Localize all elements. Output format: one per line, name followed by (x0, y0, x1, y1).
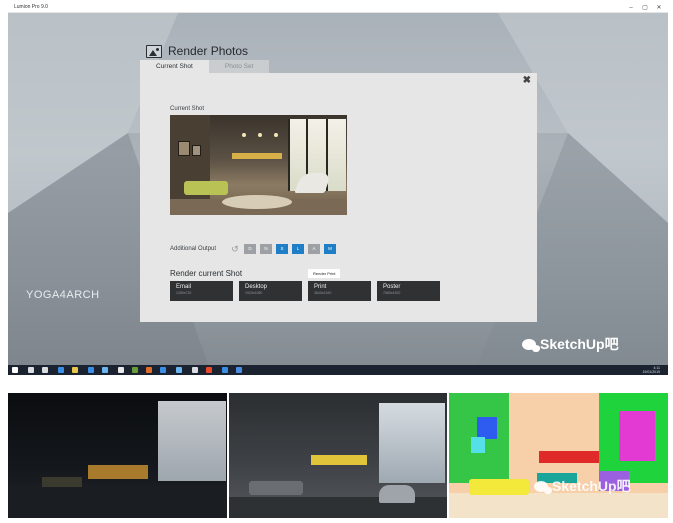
button-label: Desktop (245, 284, 268, 290)
taskbar-app-icon[interactable] (72, 367, 78, 373)
render-print-button[interactable]: Print 3840x2160 (308, 281, 371, 301)
material-floor (449, 493, 668, 518)
taskbar-app-icon[interactable] (118, 367, 124, 373)
dialog-title: Render Photos (168, 44, 249, 58)
preview-lamp (274, 133, 278, 137)
material-picture (477, 417, 497, 439)
photo-icon (146, 44, 162, 58)
render-chair (379, 485, 415, 503)
button-label: Email (176, 284, 192, 290)
render-output-dark (8, 393, 227, 518)
render-window (379, 403, 445, 483)
current-shot-preview[interactable] (170, 115, 347, 215)
maximize-button[interactable]: ▢ (638, 3, 652, 13)
button-resolution: 3840x2160 (314, 291, 332, 295)
preview-lamp (242, 133, 246, 137)
taskbar-clock[interactable]: 4:11 19/01/2019 (642, 366, 660, 374)
taskbar-app-icon[interactable] (12, 367, 18, 373)
button-resolution: 1920x1080 (245, 291, 263, 295)
wechat-watermark: SketchUp吧 (534, 476, 631, 496)
preview-counter (232, 153, 282, 159)
button-resolution: 7680x4320 (383, 291, 401, 295)
output-a-button[interactable]: A (308, 244, 321, 254)
render-print-tooltip: Render Print (308, 269, 341, 278)
output-s-button[interactable]: S (276, 244, 289, 254)
preview-rug (222, 195, 292, 209)
additional-output-label: Additional Output (170, 246, 217, 252)
output-m-button[interactable]: M (324, 244, 337, 254)
render-output-material-id (449, 393, 668, 518)
taskbar-app-icon[interactable] (28, 367, 34, 373)
clock-date: 19/01/2019 (642, 370, 660, 374)
wechat-icon (522, 338, 540, 352)
dialog-header: Render Photos (146, 41, 248, 61)
render-window (158, 401, 226, 481)
close-icon[interactable]: ✖ (523, 75, 531, 86)
watermark-text: SketchUp吧 (540, 336, 619, 352)
button-label: Poster (383, 284, 401, 290)
additional-output-row: Additional Output ↺ D N S L A M (170, 244, 340, 254)
scene-viewport[interactable]: YOGA4ARCH Render Photos Current Shot Pho… (8, 13, 668, 365)
windows-taskbar: 4:11 19/01/2019 (8, 365, 668, 375)
taskbar-app-icon[interactable] (160, 367, 166, 373)
taskbar-app-icon[interactable] (176, 367, 182, 373)
render-size-buttons: Email 1280x720 Desktop 1920x1080 Print 3… (170, 281, 440, 301)
taskbar-app-icon[interactable] (222, 367, 228, 373)
app-title: Lumion Pro 9.0 (14, 4, 48, 10)
preview-picture (192, 145, 201, 156)
render-sofa (249, 481, 303, 495)
render-current-shot-title: Render current Shot (170, 269, 243, 278)
render-panel: ✖ Current Shot Additional Output ↺ D N S… (140, 73, 537, 322)
render-output-grey (229, 393, 447, 518)
wechat-watermark: SketchUp吧 (522, 334, 619, 354)
preview-picture (178, 141, 190, 156)
close-window-button[interactable]: ✕ (652, 3, 666, 13)
preview-sofa (184, 181, 228, 195)
app-window: Lumion Pro 9.0 – ▢ ✕ YOGA4ARCH Render Ph… (8, 3, 668, 375)
taskbar-app-icon[interactable] (102, 367, 108, 373)
render-poster-button[interactable]: Poster 7680x4320 (377, 281, 440, 301)
button-resolution: 1280x720 (176, 291, 192, 295)
taskbar-app-icon[interactable] (88, 367, 94, 373)
taskbar-app-icon[interactable] (206, 367, 212, 373)
taskbar-app-icon[interactable] (132, 367, 138, 373)
dialog-tabs: Current Shot Photo Set (140, 60, 270, 73)
minimize-button[interactable]: – (624, 3, 638, 13)
preview-lamp (258, 133, 262, 137)
tab-current-shot[interactable]: Current Shot (140, 60, 209, 73)
render-email-button[interactable]: Email 1280x720 (170, 281, 233, 301)
wechat-icon (534, 480, 552, 494)
render-counter (88, 465, 148, 479)
render-floor (8, 491, 227, 518)
material-picture (471, 437, 485, 453)
taskbar-app-icon[interactable] (58, 367, 64, 373)
taskbar-app-icon[interactable] (42, 367, 48, 373)
current-shot-label: Current Shot (170, 106, 205, 112)
output-n-button[interactable]: N (260, 244, 273, 254)
taskbar-app-icon[interactable] (146, 367, 152, 373)
render-desktop-button[interactable]: Desktop 1920x1080 (239, 281, 302, 301)
reset-icon[interactable]: ↺ (230, 244, 240, 254)
watermark-text: SketchUp吧 (552, 478, 631, 494)
render-sofa (42, 477, 82, 487)
tab-photo-set[interactable]: Photo Set (208, 60, 270, 73)
taskbar-app-icon[interactable] (236, 367, 242, 373)
taskbar-app-icon[interactable] (192, 367, 198, 373)
title-bar: Lumion Pro 9.0 – ▢ ✕ (8, 3, 668, 13)
brand-watermark: YOGA4ARCH (26, 289, 100, 301)
output-d-button[interactable]: D (244, 244, 257, 254)
material-counter (539, 451, 599, 463)
output-l-button[interactable]: L (292, 244, 305, 254)
material-sofa (469, 479, 529, 495)
material-panel (619, 411, 655, 461)
button-label: Print (314, 284, 327, 290)
render-counter (311, 455, 367, 465)
